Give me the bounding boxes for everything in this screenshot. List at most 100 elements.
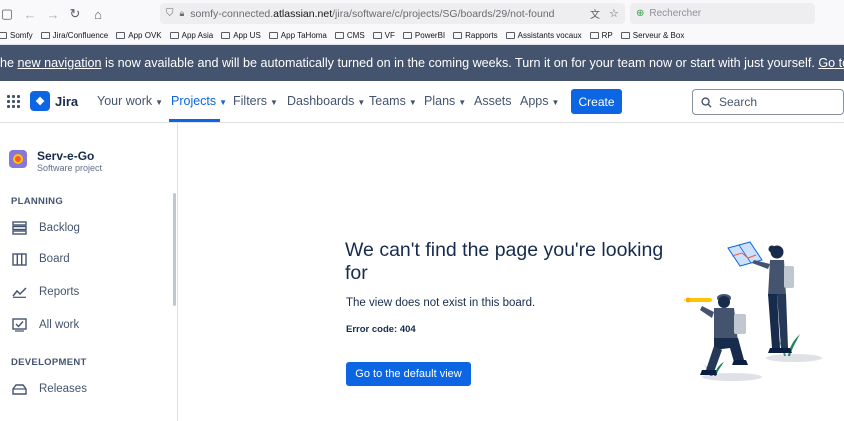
sidebar-scrollbar[interactable] [173, 193, 176, 306]
bookmark-item[interactable]: Jira/Confluence [40, 31, 109, 40]
browser-search-box[interactable]: ⊕ Rechercher [630, 3, 815, 24]
bookmark-item[interactable]: App US [221, 31, 261, 40]
bookmark-label: App OVK [128, 31, 162, 40]
nav-projects[interactable]: Projects ▼ [171, 94, 227, 108]
folder-icon [453, 32, 463, 39]
browser-search-placeholder: Rechercher [649, 8, 702, 19]
folder-icon [334, 32, 344, 39]
chevron-down-icon: ▼ [408, 98, 417, 107]
jira-top-nav: ❖ Jira Your work ▼ Projects ▼ Filters ▼ Das… [0, 81, 844, 123]
bookmark-item[interactable]: PowerBI [402, 31, 446, 40]
new-navigation-link[interactable]: new navigation [18, 56, 102, 70]
jira-search-input[interactable]: Search [692, 89, 844, 115]
bookmarks-bar: Somfy Jira/Confluence App OVK App Asia App U… [0, 27, 844, 45]
nav-your-work-label: Your work [97, 94, 153, 108]
sidebar-item-all-work[interactable]: All work [11, 313, 171, 337]
folder-icon [505, 32, 515, 39]
bookmark-item[interactable]: Somfy [0, 31, 33, 40]
bookmark-label: VF [384, 31, 395, 40]
reload-icon[interactable]: ↻ [64, 3, 86, 25]
sidebar-item-releases[interactable]: Releases [11, 377, 171, 401]
bookmark-label: Serveur & Box [632, 31, 685, 40]
folder-icon [268, 32, 278, 39]
project-sidebar: Serv-e-Go Software project PLANNING Back… [0, 123, 178, 421]
lock-icon: 🔒︎ [179, 8, 185, 18]
project-name[interactable]: Serv-e-Go [37, 149, 94, 163]
nav-teams-label: Teams [369, 94, 406, 108]
bookmark-item[interactable]: VF [372, 31, 395, 40]
bookmark-label: Rapports [465, 31, 498, 40]
url-domain: atlassian.net [273, 7, 333, 20]
nav-teams[interactable]: Teams ▼ [369, 94, 417, 108]
chevron-down-icon: ▼ [155, 98, 164, 107]
go-to-settings-link[interactable]: Go to settings [818, 56, 844, 70]
bookmark-item[interactable]: App OVK [116, 31, 162, 40]
error-code: Error code: 404 [346, 324, 416, 335]
bookmark-label: RP [601, 31, 613, 40]
folder-icon [116, 32, 126, 39]
sidebar-toggle-icon[interactable]: ▢ [0, 3, 18, 25]
reports-icon [11, 284, 27, 300]
nav-filters[interactable]: Filters ▼ [233, 94, 278, 108]
chevron-down-icon: ▼ [219, 98, 228, 107]
shield-icon: ⛉ [166, 8, 174, 19]
search-icon [701, 96, 712, 108]
folder-icon [169, 32, 179, 39]
jira-product-name[interactable]: Jira [55, 94, 78, 109]
go-to-default-view-button[interactable]: Go to the default view [346, 362, 471, 386]
back-icon[interactable]: ← [19, 3, 41, 25]
nav-filters-label: Filters [233, 94, 268, 108]
bookmark-item[interactable]: App Asia [169, 31, 213, 40]
nav-apps[interactable]: Apps ▼ [520, 94, 559, 108]
bookmark-label: Jira/Confluence [52, 31, 109, 40]
development-heading: DEVELOPMENT [11, 357, 87, 368]
jira-search-placeholder: Search [719, 95, 758, 109]
project-avatar[interactable] [9, 150, 27, 168]
banner-text-middle: is now available and will be automatical… [101, 56, 819, 70]
folder-icon [0, 32, 7, 39]
bookmark-item[interactable]: RP [589, 31, 613, 40]
home-icon[interactable]: ⌂ [87, 3, 109, 25]
url-path: /jira/software/c/projects/SG/boards/29/n… [332, 7, 555, 20]
nav-dashboards[interactable]: Dashboards ▼ [287, 94, 365, 108]
bookmark-label: App TaHoma [280, 31, 327, 40]
bookmark-item[interactable]: Serveur & Box [620, 31, 685, 40]
chevron-down-icon: ▼ [551, 98, 560, 107]
folder-icon [589, 32, 599, 39]
nav-plans[interactable]: Plans ▼ [424, 94, 466, 108]
sidebar-item-label: Board [39, 253, 70, 265]
project-type: Software project [37, 163, 103, 173]
bookmark-item[interactable]: App TaHoma [268, 31, 327, 40]
nav-projects-label: Projects [171, 94, 217, 108]
folder-icon [402, 32, 412, 39]
bookmark-item[interactable]: CMS [334, 31, 365, 40]
active-tab-indicator [169, 119, 220, 122]
chevron-down-icon: ▼ [357, 98, 366, 107]
sidebar-item-backlog[interactable]: Backlog [11, 216, 171, 240]
board-icon [11, 251, 27, 267]
bookmark-label: PowerBI [414, 31, 446, 40]
nav-your-work[interactable]: Your work ▼ [97, 94, 163, 108]
sidebar-item-reports[interactable]: Reports [11, 280, 171, 304]
releases-icon [11, 381, 27, 397]
nav-apps-label: Apps [520, 94, 549, 108]
create-button[interactable]: Create [571, 89, 622, 114]
forward-icon[interactable]: → [42, 3, 64, 25]
folder-icon [221, 32, 231, 39]
bookmark-item[interactable]: Assistants vocaux [505, 31, 582, 40]
jira-logo-icon[interactable]: ❖ [30, 91, 50, 111]
translate-icon[interactable]: 文 [590, 6, 600, 21]
new-navigation-banner: he new navigation is now available and w… [0, 45, 844, 81]
app-switcher-icon[interactable] [7, 95, 20, 108]
star-icon[interactable]: ☆ [609, 7, 619, 20]
url-prefix: somfy-connected. [190, 7, 274, 20]
bookmark-item[interactable]: Rapports [453, 31, 498, 40]
folder-icon [620, 32, 630, 39]
search-explorers-illustration [684, 241, 822, 381]
nav-assets[interactable]: Assets [474, 94, 512, 108]
address-bar[interactable]: ⛉ 🔒︎ somfy-connected. atlassian.net/jira/… [160, 3, 625, 24]
sidebar-item-board[interactable]: Board [11, 247, 171, 271]
bookmark-label: CMS [346, 31, 365, 40]
bookmark-label: Assistants vocaux [517, 31, 582, 40]
chevron-down-icon: ▼ [270, 98, 278, 107]
